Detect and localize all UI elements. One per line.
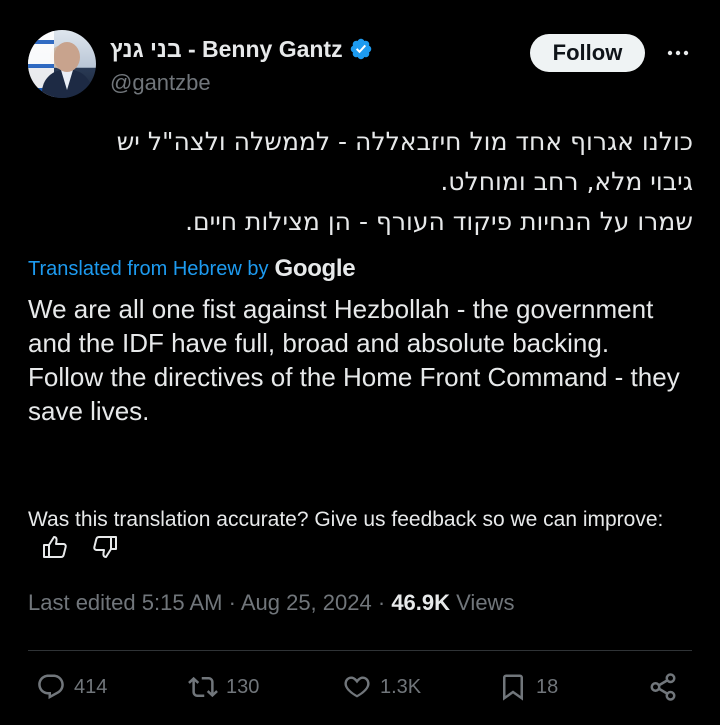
follow-button[interactable]: Follow (530, 34, 645, 72)
google-logo: Google (274, 255, 356, 282)
repost-count: 130 (226, 675, 260, 698)
share-icon (650, 673, 676, 701)
bookmark-icon (503, 674, 523, 701)
views-count: 46.9K (391, 590, 451, 615)
tweet-date[interactable]: Aug 25, 2024 (241, 590, 372, 615)
author-name-row: בני גנץ - Benny Gantz (110, 36, 373, 62)
reply-count: 414 (74, 675, 108, 698)
author-avatar[interactable] (28, 30, 96, 98)
author-handle[interactable]: @gantzbe (110, 70, 211, 96)
tweet-original-line: שמרו על הנחיות פיקוד העורף - הן מצילות ח… (185, 207, 693, 236)
meta-separator: · (377, 590, 386, 615)
tweet-original-line: כולנו אגרוף אחד מול חיזבאללה - לממשלה ול… (116, 127, 693, 156)
bookmark-count: 18 (536, 675, 559, 698)
feedback-prompt: Was this translation accurate? Give us f… (28, 508, 664, 531)
tweet-original-line: גיבוי מלא, רחב ומוחלט. (440, 167, 693, 196)
tweet-translation-text: We are all one fist against Hezbollah - … (28, 292, 698, 428)
reply-button[interactable]: 414 (36, 672, 107, 702)
meta-separator: · (228, 590, 236, 615)
actions-divider (28, 650, 692, 651)
avatar-head (54, 42, 80, 72)
views-label: Views (456, 590, 515, 615)
translation-body: We are all one fist against Hezbollah - … (28, 294, 680, 426)
like-count: 1.3K (380, 675, 422, 698)
repost-button[interactable]: 130 (188, 672, 259, 702)
tweet-header: בני גנץ - Benny Gantz @gantzbe Follow (28, 30, 698, 102)
tweet-original-text: כולנו אגרוף אחד מול חיזבאללה - לממשלה ול… (28, 122, 693, 242)
author-display-name[interactable]: בני גנץ - Benny Gantz (110, 36, 343, 63)
edited-time[interactable]: Last edited 5:15 AM (28, 590, 222, 615)
translation-attribution: Translated from Hebrew by Google (28, 254, 356, 284)
translated-from-link[interactable]: Translated from Hebrew by (28, 258, 268, 281)
more-options-icon[interactable] (660, 36, 696, 70)
heart-icon (344, 676, 370, 698)
like-button[interactable]: 1.3K (342, 672, 421, 702)
tweet-meta: Last edited 5:15 AM · Aug 25, 2024 · 46.… (28, 590, 514, 616)
tweet-actions-bar: 414 130 1.3K 18 (28, 666, 692, 716)
repost-icon (188, 676, 218, 698)
share-button[interactable] (648, 672, 678, 702)
verified-badge-icon[interactable] (349, 37, 373, 61)
thumbs-down-icon[interactable] (92, 535, 118, 559)
thumbs-up-icon[interactable] (42, 535, 68, 559)
bookmark-button[interactable]: 18 (498, 672, 558, 702)
reply-icon (38, 674, 64, 700)
translation-feedback: Was this translation accurate? Give us f… (28, 505, 688, 563)
